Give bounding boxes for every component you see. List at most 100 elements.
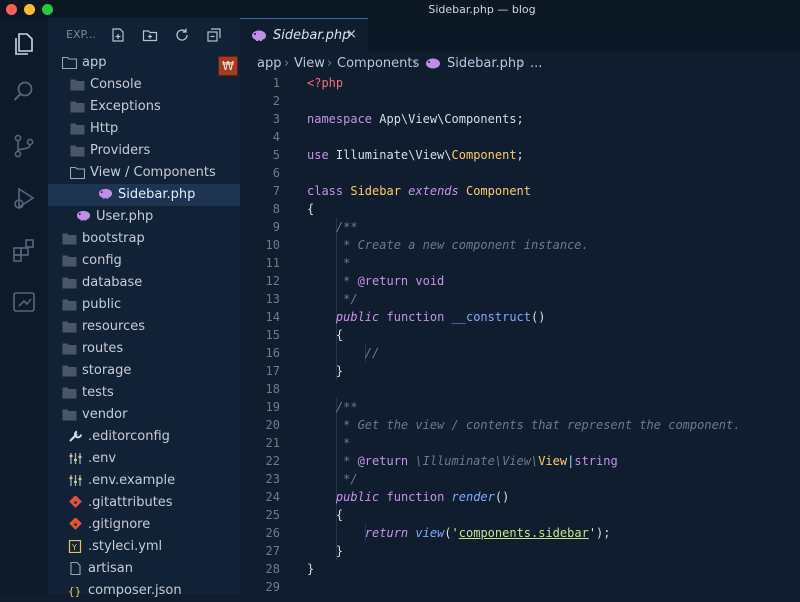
tree-file[interactable]: Sidebar.php — [48, 184, 240, 206]
svg-text:Y: Y — [71, 543, 77, 552]
explorer-title: EXP... — [66, 28, 96, 41]
tree-folder[interactable]: Providers — [48, 140, 240, 162]
line-number: 9 — [272, 220, 280, 234]
tree-file[interactable]: {} composer.json — [48, 580, 240, 602]
new-folder-icon[interactable] — [142, 27, 158, 43]
line-number: 21 — [265, 436, 280, 450]
tree-folder[interactable]: resources — [48, 316, 240, 338]
breadcrumb-symbol[interactable]: ... — [530, 56, 542, 71]
folder-icon — [70, 122, 85, 135]
tree-item-label: config — [82, 253, 122, 268]
tree-folder[interactable]: storage — [48, 360, 240, 382]
code-line: /** — [307, 220, 358, 234]
tree-file[interactable]: .editorconfig — [48, 426, 240, 448]
folder-icon — [62, 386, 77, 399]
tree-item-label: artisan — [88, 561, 133, 576]
tree-folder[interactable]: bootstrap — [48, 228, 240, 250]
debug-icon[interactable] — [10, 184, 38, 212]
tree-item-label: Console — [90, 77, 142, 92]
tree-folder[interactable]: database — [48, 272, 240, 294]
code-line: <?php — [307, 76, 344, 90]
source-control-icon[interactable] — [10, 132, 38, 160]
git-icon — [68, 517, 83, 531]
explorer-icon[interactable] — [10, 30, 38, 58]
tree-item-label: tests — [82, 385, 114, 400]
line-number: 8 — [272, 202, 280, 216]
tree-folder[interactable]: config — [48, 250, 240, 272]
tree-item-label: .env — [88, 451, 117, 466]
remote-icon[interactable] — [10, 288, 38, 316]
tree-file[interactable]: Y .styleci.yml — [48, 536, 240, 558]
code-line: } — [307, 364, 344, 378]
chevron-right-icon: › — [413, 56, 419, 71]
code-line: public function __construct() — [335, 310, 546, 324]
line-number: 24 — [265, 490, 280, 504]
code-line: namespace App\View\Components; — [307, 112, 524, 126]
tree-file[interactable]: .env.example — [48, 470, 240, 492]
json-icon: {} — [68, 584, 83, 598]
breadcrumb-app[interactable]: app — [257, 56, 281, 71]
code-line: { — [307, 328, 344, 342]
code-line: /** — [307, 400, 358, 414]
tree-item-label: routes — [82, 341, 124, 356]
line-number: 7 — [272, 184, 280, 198]
tree-item-label: User.php — [96, 209, 154, 224]
new-file-icon[interactable] — [110, 27, 126, 43]
breadcrumb-components[interactable]: Components — [337, 56, 419, 71]
line-number: 16 — [265, 346, 280, 360]
collapse-all-icon[interactable] — [206, 27, 222, 43]
tree-item-label: View / Components — [90, 165, 216, 180]
tree-folder[interactable]: routes — [48, 338, 240, 360]
refresh-icon[interactable] — [174, 27, 190, 43]
search-icon[interactable] — [10, 78, 38, 106]
line-number: 29 — [265, 580, 280, 594]
code-line: use Illuminate\View\Component; — [307, 148, 524, 162]
line-number: 23 — [265, 472, 280, 486]
close-tab-icon[interactable]: × — [346, 27, 357, 42]
tree-item-label: .styleci.yml — [88, 539, 163, 554]
folder-icon — [62, 342, 77, 355]
tree-file[interactable]: .gitignore — [48, 514, 240, 536]
tree-item-label: .gitignore — [88, 517, 151, 532]
editor-tab-bar: Sidebar.php × — [240, 18, 800, 53]
tree-folder[interactable]: Http — [48, 118, 240, 140]
tree-folder[interactable]: tests — [48, 382, 240, 404]
tree-file[interactable]: User.php — [48, 206, 240, 228]
line-number: 2 — [272, 94, 280, 108]
code-line: return view('components.sidebar'); — [364, 526, 611, 540]
line-number: 11 — [265, 256, 280, 270]
tree-folder[interactable]: public — [48, 294, 240, 316]
tree-item-label: .gitattributes — [88, 495, 173, 510]
tree-item-label: resources — [82, 319, 146, 334]
folder-icon — [70, 100, 85, 113]
code-line: class Sidebar extends Component — [307, 184, 532, 198]
breadcrumb-file[interactable]: Sidebar.php — [447, 56, 524, 71]
explorer-header: EXP... — [48, 18, 240, 52]
breadcrumb-view[interactable]: View — [294, 56, 325, 71]
tree-file[interactable]: .gitattributes — [48, 492, 240, 514]
explorer-panel: EXP... ₩ app Console Exceptions Http Provide… — [48, 18, 240, 598]
folder-icon — [62, 254, 77, 267]
tree-item-label: Sidebar.php — [118, 187, 196, 202]
breadcrumb: app › View › Components › Sidebar.php › … — [240, 54, 800, 74]
tab-sidebar-php[interactable]: Sidebar.php × — [240, 18, 368, 53]
title-bar: Sidebar.php — blog — [0, 0, 800, 18]
folder-icon — [62, 276, 77, 289]
code-line: } — [307, 562, 315, 576]
tree-folder[interactable]: View / Components — [48, 162, 240, 184]
line-number: 17 — [265, 364, 280, 378]
tree-folder[interactable]: vendor — [48, 404, 240, 426]
folder-icon — [70, 78, 85, 91]
tree-file[interactable]: .env — [48, 448, 240, 470]
tree-folder[interactable]: app — [48, 52, 240, 74]
tree-item-label: app — [82, 55, 107, 70]
line-number: 10 — [265, 238, 280, 252]
tree-folder[interactable]: Console — [48, 74, 240, 96]
line-number: 22 — [265, 454, 280, 468]
tree-file[interactable]: artisan — [48, 558, 240, 580]
line-number: 19 — [265, 400, 280, 414]
extensions-icon[interactable] — [10, 236, 38, 264]
tree-folder[interactable]: Exceptions — [48, 96, 240, 118]
code-line: */ — [307, 292, 358, 306]
folder-open-icon — [69, 166, 86, 180]
